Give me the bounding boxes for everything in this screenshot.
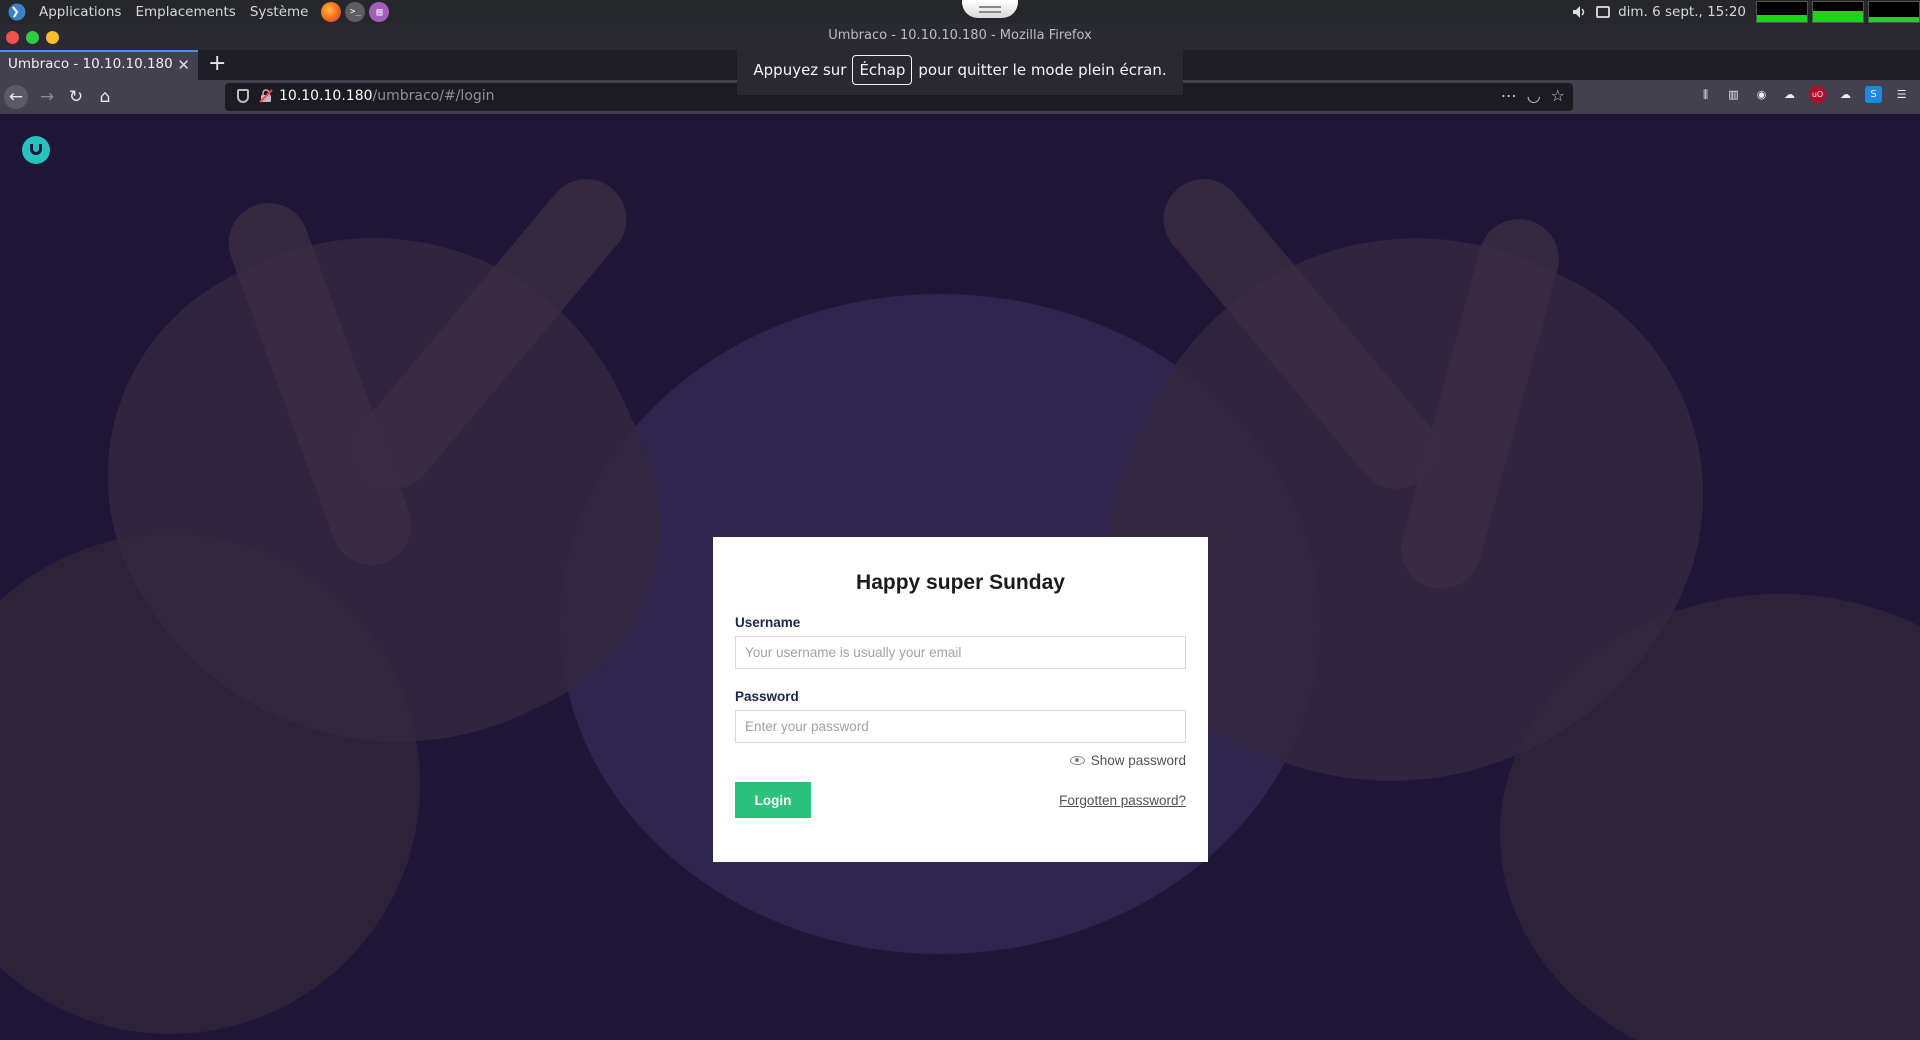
- kali-logo-icon[interactable]: [8, 3, 26, 21]
- show-password-toggle[interactable]: Show password: [735, 753, 1186, 768]
- account-icon[interactable]: ◉: [1753, 86, 1770, 103]
- firefox-launcher-icon[interactable]: [321, 2, 342, 22]
- clock[interactable]: dim. 6 sept., 15:20: [1618, 4, 1746, 20]
- extension-icon[interactable]: ☁: [1781, 86, 1798, 103]
- username-input[interactable]: [735, 636, 1186, 669]
- tab-title: Umbraco - 10.10.10.180: [8, 56, 173, 72]
- forgot-password-link[interactable]: Forgotten password?: [1059, 793, 1186, 808]
- fullscreen-notice: Appuyez sur Échap pour quitter le mode p…: [737, 45, 1183, 95]
- bookmark-star-icon[interactable]: ☆: [1551, 86, 1565, 105]
- forward-icon[interactable]: →: [35, 85, 59, 109]
- close-tab-icon[interactable]: ✕: [177, 56, 190, 74]
- text-editor-launcher-icon[interactable]: ▤: [369, 2, 390, 22]
- network-monitor: [1868, 1, 1920, 23]
- terminal-launcher-icon[interactable]: >_: [345, 2, 366, 22]
- url-text[interactable]: 10.10.10.180/umbraco/#/login: [279, 88, 495, 104]
- ublock-icon[interactable]: uO: [1809, 86, 1826, 103]
- system-top-panel: Applications Emplacements Système >_ ▤ d…: [0, 0, 1920, 24]
- toolbar-extensions: ⫼ ▥ ◉ ☁ uO ☁ S ☰: [1697, 86, 1910, 103]
- panel-handle[interactable]: [962, 0, 1018, 18]
- menu-system[interactable]: Système: [243, 0, 316, 24]
- page-actions-icon[interactable]: ⋯: [1501, 86, 1517, 105]
- username-label: Username: [735, 615, 801, 630]
- tracking-protection-icon[interactable]: [237, 89, 249, 103]
- memory-monitor: [1812, 1, 1864, 23]
- library-icon[interactable]: ⫼: [1697, 86, 1714, 103]
- home-icon[interactable]: ⌂: [93, 85, 117, 109]
- password-label: Password: [735, 689, 799, 704]
- pocket-icon[interactable]: ◡: [1527, 86, 1541, 105]
- system-menu: Applications Emplacements Système >_ ▤: [0, 0, 391, 24]
- menu-places[interactable]: Emplacements: [128, 0, 242, 24]
- back-icon[interactable]: ←: [4, 85, 28, 109]
- umbraco-logo-icon: [22, 136, 50, 164]
- insecure-connection-icon[interactable]: [259, 89, 273, 103]
- window-title: Umbraco - 10.10.10.180 - Mozilla Firefox: [828, 28, 1092, 43]
- login-panel: Happy super Sunday Username Password Sho…: [713, 537, 1208, 862]
- eye-icon: [1069, 756, 1085, 765]
- s-extension-icon[interactable]: S: [1865, 86, 1882, 103]
- show-password-label: Show password: [1090, 753, 1186, 768]
- url-path: /umbraco/#/login: [372, 88, 495, 104]
- system-tray: dim. 6 sept., 15:20: [1572, 0, 1920, 24]
- fullscreen-notice-before: Appuyez sur: [753, 61, 847, 79]
- new-tab-button[interactable]: +: [208, 51, 226, 77]
- cookie-extension-icon[interactable]: ☁: [1837, 86, 1854, 103]
- url-host: 10.10.10.180: [279, 88, 373, 104]
- fullscreen-notice-key: Échap: [852, 55, 913, 85]
- sidebar-icon[interactable]: ▥: [1725, 86, 1742, 103]
- tab-umbraco[interactable]: Umbraco - 10.10.10.180 ✕: [0, 50, 198, 80]
- reload-icon[interactable]: ↻: [64, 85, 88, 109]
- screen-icon[interactable]: [1596, 6, 1611, 18]
- login-button[interactable]: Login: [735, 782, 811, 818]
- login-greeting: Happy super Sunday: [856, 571, 1065, 594]
- password-input[interactable]: [735, 710, 1186, 743]
- menu-hamburger-icon[interactable]: ☰: [1893, 86, 1910, 103]
- umbraco-login-page: Happy super Sunday Username Password Sho…: [0, 114, 1920, 1040]
- cpu-monitor: [1756, 1, 1808, 23]
- menu-applications[interactable]: Applications: [32, 0, 128, 24]
- volume-icon[interactable]: [1572, 5, 1588, 19]
- fullscreen-notice-after: pour quitter le mode plein écran.: [918, 61, 1167, 79]
